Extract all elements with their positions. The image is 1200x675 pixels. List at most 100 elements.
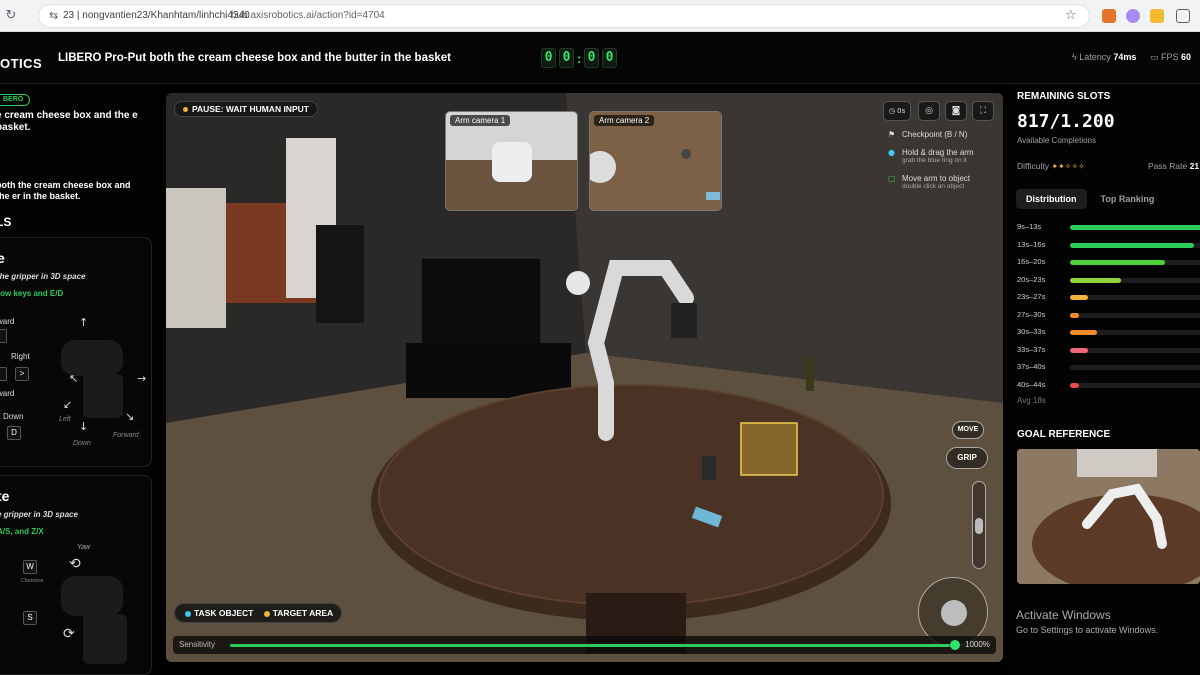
- legend-task-label: TASK OBJECT: [194, 608, 254, 618]
- distribution-track: [1070, 277, 1200, 283]
- height-slider[interactable]: [972, 481, 986, 569]
- distribution-bar: [1070, 295, 1088, 300]
- extension-icon[interactable]: [1126, 9, 1140, 23]
- status-text: PAUSE: WAIT HUMAN INPUT: [192, 104, 309, 114]
- move-controls-card: e the gripper in 3D space row keys and E…: [0, 237, 152, 467]
- distribution-track: [1070, 242, 1200, 248]
- distribution-bar: [1070, 260, 1165, 265]
- difficulty-stars-icon: ✦✦✧✧✧: [1051, 162, 1085, 171]
- tv-screen: [420, 257, 542, 351]
- clockwise-label: Clockwise: [21, 578, 44, 584]
- rotate-card-title: te: [0, 488, 10, 504]
- move-mode-button[interactable]: MOVE: [952, 421, 984, 439]
- distribution-range-label: 37s–40s: [1017, 362, 1046, 371]
- distribution-track: [1070, 382, 1200, 388]
- pass-rate-value: 21: [1189, 161, 1200, 171]
- yaw-label: Yaw: [77, 544, 91, 551]
- grip-button[interactable]: GRIP: [946, 447, 988, 469]
- rotate-card-keys: A/S, and Z/X: [0, 527, 44, 536]
- distribution-range-label: 30s–33s: [1017, 327, 1046, 336]
- timer-digit: 0: [584, 48, 599, 68]
- latency-value: 74ms: [1113, 52, 1137, 62]
- distribution-row: 30s–33s: [1017, 327, 1200, 337]
- arrow-downright-icon: ↘: [125, 410, 135, 423]
- rotate-gripper-base: [83, 614, 127, 664]
- arrow-right-icon: →: [137, 372, 147, 385]
- distribution-range-label: 20s–23s: [1017, 274, 1046, 284]
- flag-icon: ⚑: [888, 130, 896, 139]
- goal-reference-image[interactable]: [1017, 449, 1200, 584]
- extensions-puzzle-icon[interactable]: [1176, 9, 1190, 23]
- object-legend: TASK OBJECT TARGET AREA: [174, 603, 343, 623]
- hint-title: Hold & drag the arm: [902, 148, 974, 157]
- reload-icon[interactable]: ↻: [2, 7, 20, 25]
- target-icon[interactable]: ◎: [918, 101, 940, 121]
- distribution-row: 23s–27s: [1017, 292, 1200, 302]
- arm-camera-2-feed[interactable]: Arm camera 2: [589, 111, 722, 211]
- stats-tabs: Distribution Top Ranking: [1016, 189, 1164, 209]
- tab-top-ranking[interactable]: Top Ranking: [1091, 189, 1165, 209]
- suite-badge: BERO: [0, 94, 31, 106]
- distribution-bar: [1070, 312, 1080, 318]
- activate-windows-title: Activate Windows: [1016, 608, 1111, 622]
- average-time: Avg 18s: [1017, 396, 1046, 405]
- timer-toggle-button[interactable]: ◷ 0s: [883, 101, 911, 121]
- arm-camera-1-image: [446, 112, 577, 210]
- basket-target: [740, 422, 798, 476]
- robot-joint: [566, 271, 590, 295]
- hint-title: Checkpoint (B / N): [902, 130, 968, 139]
- arrow-up-icon: ↑: [79, 316, 89, 329]
- arm-camera-1-feed[interactable]: Arm camera 1: [445, 111, 578, 211]
- task-title: LIBERO Pro-Put both the cream cheese box…: [58, 52, 451, 64]
- tab-distribution[interactable]: Distribution: [1016, 189, 1087, 209]
- task-description: e cream cheese box and the e basket.: [0, 110, 138, 133]
- arm-camera-2-image: [590, 112, 721, 210]
- camera-icon[interactable]: ◙: [945, 101, 967, 121]
- site-info-icon[interactable]: ⇆: [49, 9, 58, 22]
- timer-toggle-value: 0s: [897, 107, 906, 115]
- gripper-illustration: [61, 340, 123, 376]
- hint-sub: double click an object: [902, 183, 965, 190]
- timer-digit: 0: [559, 48, 574, 68]
- distribution-track: [1070, 365, 1200, 370]
- height-slider-knob[interactable]: [975, 518, 983, 534]
- timer-digit: 0: [602, 48, 617, 68]
- fullscreen-icon[interactable]: ⛶: [972, 101, 994, 121]
- key-up: [0, 329, 7, 343]
- white-block: [166, 188, 226, 328]
- key-s: S: [23, 611, 37, 625]
- hint-title: Move arm to object: [902, 174, 971, 183]
- bookmark-star-icon[interactable]: ☆: [1065, 8, 1077, 23]
- distribution-row: 20s–23s: [1017, 275, 1200, 285]
- distribution-range-label: 16s–20s: [1017, 257, 1046, 266]
- target-area-dot: [263, 610, 270, 617]
- tv-stand: [406, 343, 571, 398]
- right-stats-panel: REMAINING SLOTS 817/1.200 Available Comp…: [1008, 85, 1200, 675]
- key-right: >: [15, 367, 29, 381]
- key-d: D: [7, 426, 21, 440]
- sensitivity-track[interactable]: [230, 644, 950, 647]
- goal-reference-render: [1017, 449, 1200, 584]
- distribution-row: 33s–37s: [1017, 345, 1200, 355]
- browser-toolbar: ↻ ⇆ 23 | nongvantien23/Khanhtam/linhchi4…: [0, 0, 1200, 32]
- distribution-bar: [1070, 277, 1122, 283]
- distribution-track: [1070, 295, 1200, 300]
- scene-render[interactable]: [166, 93, 1003, 662]
- distribution-bar: [1070, 225, 1200, 230]
- task-object-dot: [185, 610, 191, 617]
- brand-logo[interactable]: OTICS: [0, 56, 42, 71]
- pass-rate-label: Pass Rate: [1148, 161, 1188, 171]
- address-bar[interactable]: ⇆ 23 | nongvantien23/Khanhtam/linhchi434…: [38, 4, 1090, 28]
- simulation-viewport[interactable]: PAUSE: WAIT HUMAN INPUT Arm camera 1 Arm…: [166, 93, 1003, 662]
- arrow-downleft-icon: ↙: [63, 398, 73, 411]
- backward-label: ward: [0, 389, 15, 398]
- distribution-row: 9s–13s: [1017, 222, 1200, 232]
- status-pill: PAUSE: WAIT HUMAN INPUT: [174, 101, 318, 117]
- arm-camera-1-label: Arm camera 1: [450, 115, 511, 126]
- url-text[interactable]: hub.axisrobotics.ai/action?id=4704: [231, 10, 385, 21]
- joystick-knob[interactable]: [941, 600, 967, 626]
- binance-extension-icon[interactable]: [1150, 9, 1164, 23]
- sensitivity-knob[interactable]: [950, 640, 960, 650]
- legend-target-label: TARGET AREA: [272, 608, 334, 618]
- metamask-extension-icon[interactable]: [1102, 9, 1116, 23]
